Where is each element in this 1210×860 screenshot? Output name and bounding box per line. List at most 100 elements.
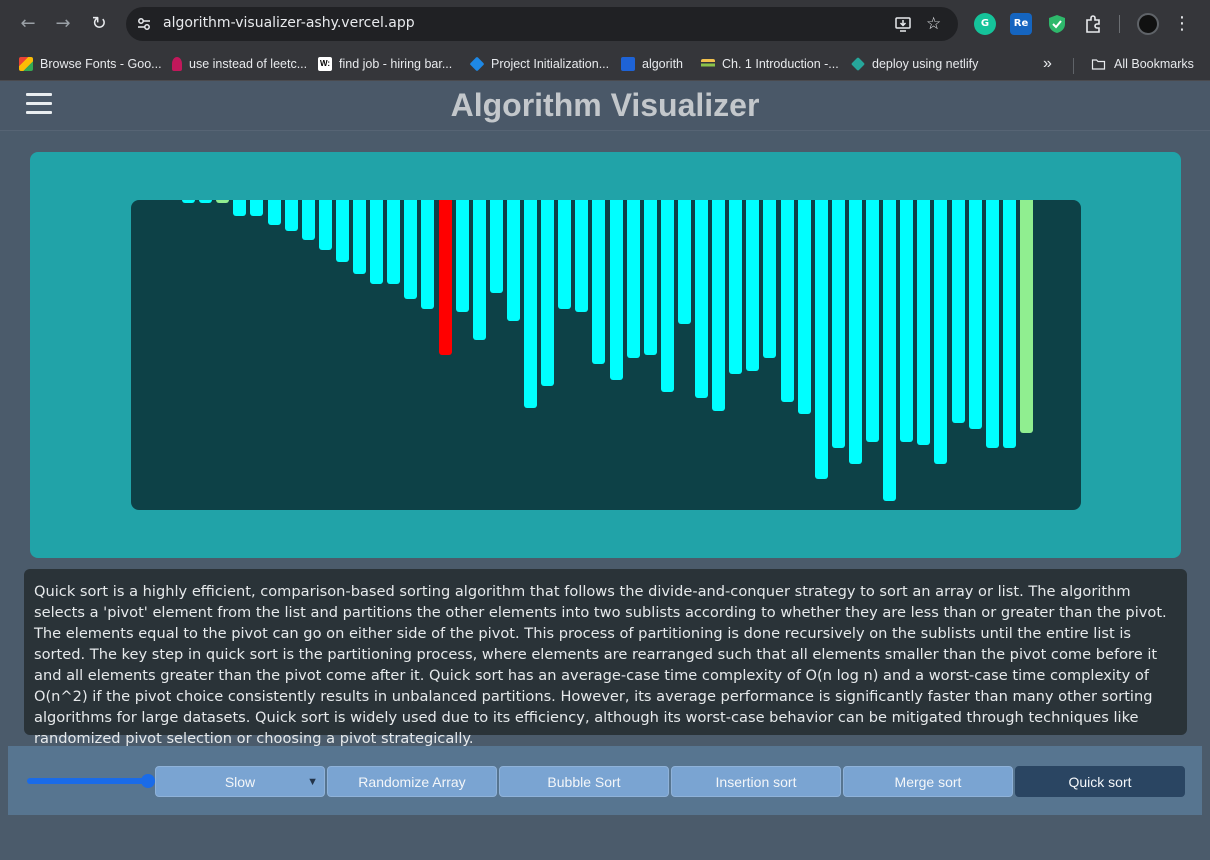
- array-bar: [746, 200, 760, 371]
- array-bars-canvas: [131, 200, 1081, 510]
- array-bar: [387, 200, 401, 284]
- folder-icon: [1091, 59, 1106, 70]
- array-bar: [1019, 200, 1033, 433]
- browser-toolbar: ← → ↻ algorithm-visualizer-ashy.vercel.a…: [0, 0, 1210, 48]
- shield-extension-icon[interactable]: [1046, 13, 1068, 35]
- bookmark-label: algorith: [642, 57, 683, 71]
- bookmark-item[interactable]: W: find job - hiring bar...: [318, 54, 452, 74]
- array-bar: [866, 200, 879, 442]
- site-info-icon[interactable]: [136, 16, 152, 32]
- google-fonts-favicon-icon: [19, 57, 33, 71]
- bookmark-item[interactable]: Browse Fonts - Goo...: [19, 54, 162, 74]
- array-bar: [370, 200, 384, 284]
- bookmark-item[interactable]: deploy using netlify: [851, 54, 978, 74]
- bookmark-label: Project Initialization...: [491, 57, 610, 71]
- array-bar: [301, 200, 315, 240]
- array-bar: [609, 200, 623, 380]
- array-bar: [506, 200, 520, 321]
- all-bookmarks-label: All Bookmarks: [1114, 57, 1194, 71]
- array-bar: [335, 200, 349, 262]
- array-bar: [353, 200, 366, 274]
- speed-select-value: Slow: [224, 774, 256, 790]
- reverso-extension-icon[interactable]: Re: [1010, 13, 1032, 35]
- wellfound-favicon-icon: W:: [318, 57, 332, 71]
- more-bookmarks-label: »: [1043, 55, 1052, 72]
- bookmark-item[interactable]: use instead of leetc...: [170, 54, 307, 74]
- array-bar: [951, 200, 965, 423]
- bookmarks-bar: Browse Fonts - Goo... use instead of lee…: [0, 48, 1210, 81]
- array-bar: [695, 200, 708, 398]
- array-bar: [626, 200, 640, 358]
- array-bar: [233, 200, 247, 216]
- description-text: Quick sort is a highly efficient, compar…: [34, 583, 1167, 747]
- array-bar: [780, 200, 794, 402]
- bookmark-item[interactable]: algorith: [621, 54, 683, 74]
- array-bar: [489, 200, 503, 293]
- array-bar: [917, 200, 931, 445]
- array-bar: [267, 200, 281, 225]
- slider-thumb[interactable]: [141, 774, 155, 788]
- array-bar: [985, 200, 999, 448]
- insertion-sort-button[interactable]: Insertion sort: [671, 766, 841, 797]
- array-bar: [284, 200, 298, 231]
- array-bar: [797, 200, 811, 414]
- more-bookmarks-icon[interactable]: »: [1043, 54, 1052, 74]
- array-bar: [575, 200, 589, 312]
- visualizer-panel: [30, 152, 1181, 558]
- address-bar[interactable]: algorithm-visualizer-ashy.vercel.app ☆: [126, 7, 958, 41]
- array-bar: [318, 200, 332, 250]
- array-bar: [883, 200, 897, 501]
- array-bar: [934, 200, 948, 464]
- array-bar: [216, 200, 230, 203]
- extensions-puzzle-icon[interactable]: [1082, 13, 1104, 35]
- browser-menu-icon[interactable]: ⋮: [1172, 12, 1192, 36]
- bookmark-label: Ch. 1 Introduction -...: [722, 57, 839, 71]
- bookmark-item[interactable]: Ch. 1 Introduction -...: [701, 54, 839, 74]
- array-bar: [250, 200, 264, 216]
- bookmark-star-icon[interactable]: ☆: [926, 15, 944, 33]
- array-bar: [968, 200, 982, 429]
- array-bar: [763, 200, 777, 358]
- bubble-sort-button[interactable]: Bubble Sort: [499, 766, 669, 797]
- bookmark-label: find job - hiring bar...: [339, 57, 453, 71]
- quick-sort-button[interactable]: Quick sort: [1015, 766, 1185, 797]
- array-bar: [472, 200, 486, 340]
- algorithm-description: Quick sort is a highly efficient, compar…: [24, 569, 1187, 747]
- array-bar: [404, 200, 418, 299]
- bookmark-item[interactable]: Project Initialization...: [469, 54, 610, 74]
- bookmark-label: use instead of leetc...: [189, 57, 308, 71]
- array-bar: [900, 200, 914, 442]
- app-header: Algorithm Visualizer: [0, 81, 1210, 131]
- array-bar: [182, 200, 195, 203]
- controls-bar: Slow ▼ Randomize Array Bubble Sort Inser…: [8, 746, 1202, 815]
- diamond-favicon-icon: [469, 56, 485, 72]
- array-bar: [643, 200, 657, 355]
- back-icon[interactable]: ←: [16, 12, 40, 36]
- toolbar-divider: [1119, 15, 1120, 33]
- grammarly-extension-icon[interactable]: G: [974, 13, 996, 35]
- array-bar: [524, 200, 537, 408]
- array-bar: [541, 200, 555, 386]
- all-bookmarks-folder[interactable]: All Bookmarks: [1090, 54, 1194, 74]
- array-bar: [660, 200, 674, 392]
- array-size-slider[interactable]: [27, 778, 155, 784]
- speed-select[interactable]: Slow ▼: [155, 766, 325, 797]
- url-text[interactable]: algorithm-visualizer-ashy.vercel.app: [163, 15, 415, 31]
- array-bar: [1002, 200, 1016, 448]
- bookmarks-divider: [1073, 58, 1074, 74]
- array-bar: [421, 200, 435, 309]
- bookmark-label: deploy using netlify: [872, 57, 979, 71]
- bookmark-label: Browse Fonts - Goo...: [40, 57, 162, 71]
- install-app-icon[interactable]: [894, 15, 912, 33]
- reload-icon[interactable]: ↻: [87, 12, 111, 36]
- profile-avatar[interactable]: [1137, 13, 1159, 35]
- array-bar: [455, 200, 469, 312]
- randomize-array-button[interactable]: Randomize Array: [327, 766, 497, 797]
- array-bar: [814, 200, 828, 479]
- rocket-favicon-icon: [172, 57, 182, 71]
- array-bar: [831, 200, 845, 448]
- merge-sort-button[interactable]: Merge sort: [843, 766, 1013, 797]
- forward-icon[interactable]: →: [51, 12, 75, 36]
- algorith-favicon-icon: [621, 57, 635, 71]
- netlify-favicon-icon: [851, 57, 865, 71]
